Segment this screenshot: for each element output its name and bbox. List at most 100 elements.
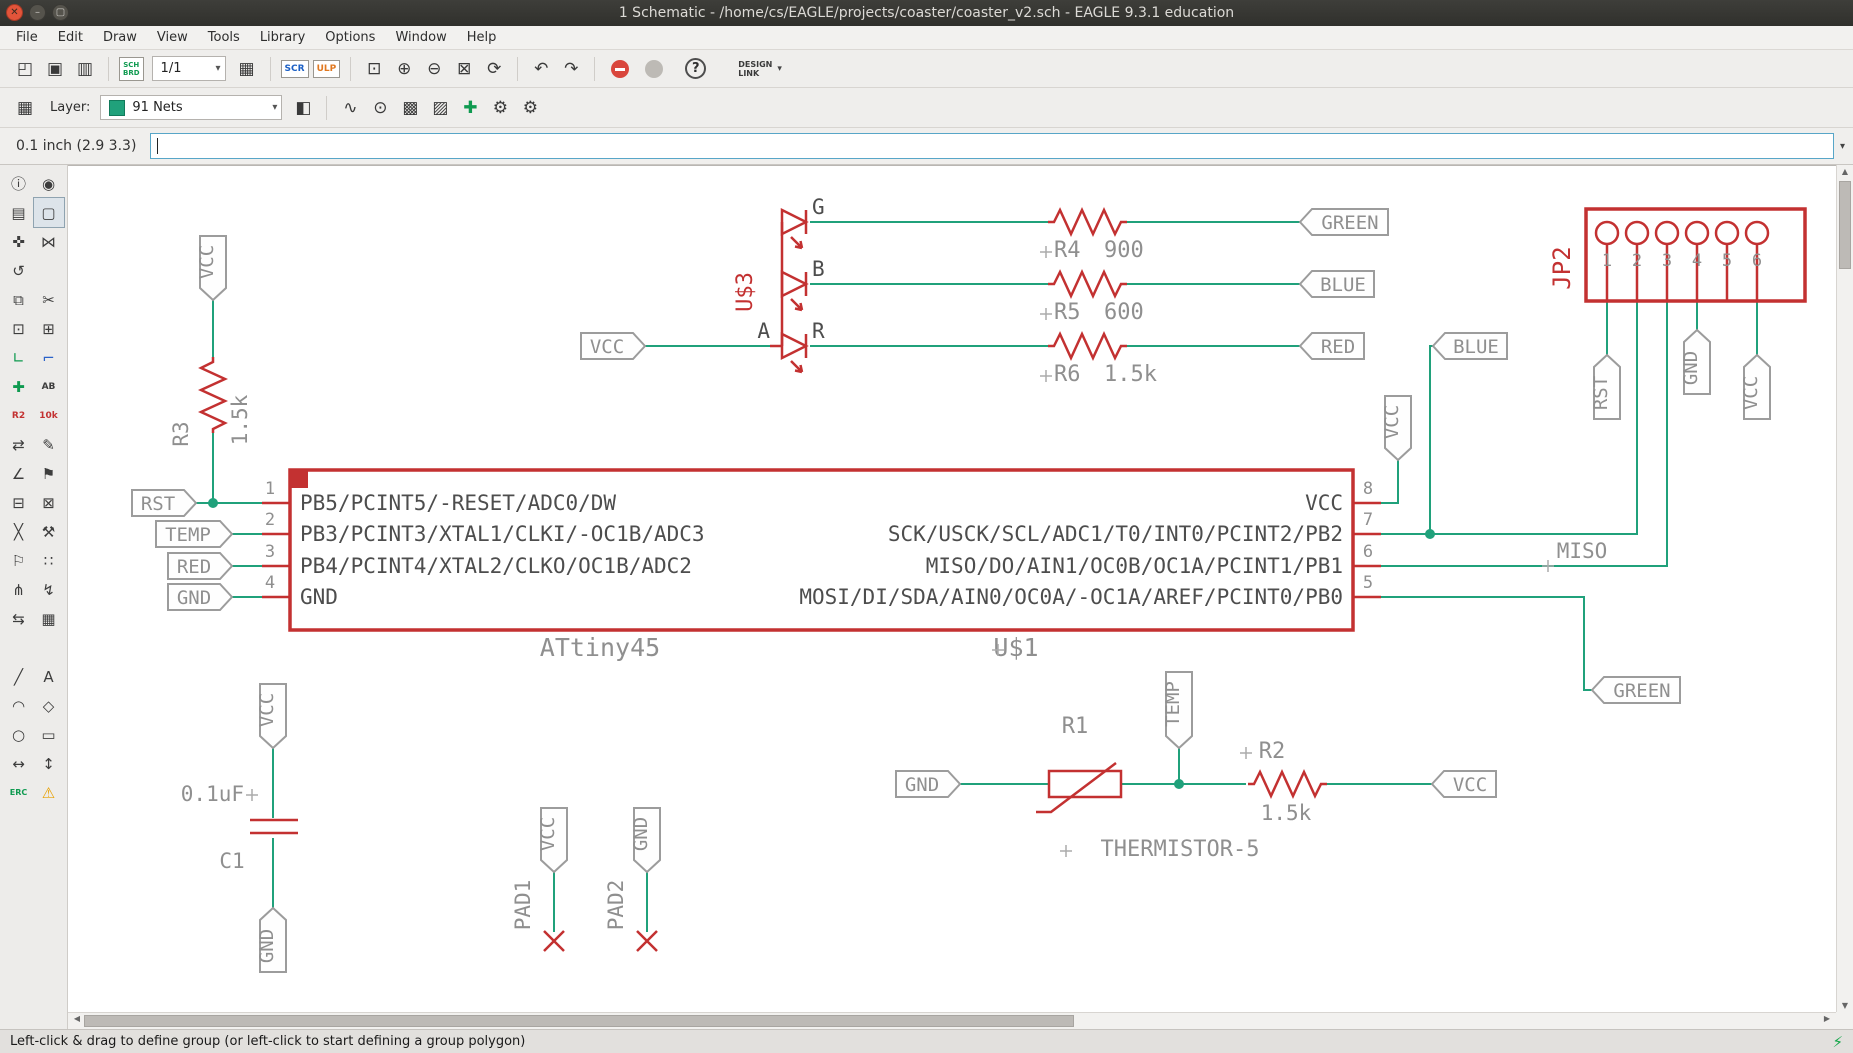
layer-selector[interactable]: 91 Nets ▾	[100, 95, 283, 120]
sidebar-tool[interactable]: AB	[34, 372, 64, 401]
vertical-scrollbar[interactable]: ▲ ▼	[1836, 165, 1853, 1012]
board-swap-button[interactable]: SCH BRD	[119, 56, 144, 81]
design-link-button[interactable]: DESIGN LINK ▾	[738, 60, 782, 78]
scr-button[interactable]: SCR	[280, 59, 309, 78]
sidebar-tool[interactable]: ↔	[4, 749, 34, 778]
sidebar-tool[interactable]: ↕	[34, 749, 64, 778]
sidebar-tool[interactable]: ▢	[32, 197, 65, 228]
menu-item[interactable]: Edit	[48, 28, 93, 47]
add-net-class-button[interactable]: ✚	[455, 94, 485, 122]
layer-settings-button[interactable]: ◧	[288, 94, 318, 122]
minimize-button[interactable]: –	[29, 4, 46, 21]
sidebar-tool[interactable]: A	[34, 662, 64, 691]
horizontal-scrollbar[interactable]: ◀ ▶	[68, 1012, 1836, 1029]
sidebar-tool[interactable]	[4, 633, 34, 662]
sidebar-tool[interactable]	[34, 633, 64, 662]
print-button[interactable]: ▥	[70, 55, 100, 83]
redo-button[interactable]: ↷	[556, 55, 586, 83]
jp2-pin-circle	[1624, 220, 1650, 246]
menu-item[interactable]: File	[6, 28, 48, 47]
sidebar-tool[interactable]	[34, 256, 64, 285]
scroll-down-icon[interactable]: ▼	[1837, 1001, 1853, 1010]
sidebar-tool[interactable]: ∷	[34, 546, 64, 575]
sidebar-tool[interactable]: ✂	[34, 285, 64, 314]
scroll-right-icon[interactable]: ▶	[1819, 1014, 1835, 1023]
sidebar-tool[interactable]: ⓘ	[4, 169, 34, 198]
menu-item[interactable]: View	[147, 28, 198, 47]
sidebar-tool[interactable]: ◠	[4, 691, 34, 720]
command-history-icon[interactable]: ▾	[1840, 141, 1845, 152]
ulp-button[interactable]: ULP	[312, 59, 341, 78]
menu-item[interactable]: Library	[250, 28, 315, 47]
zoom-out-button[interactable]: ⊖	[419, 55, 449, 83]
sidebar-tool[interactable]: ▤	[4, 198, 34, 227]
menu-item[interactable]: Options	[315, 28, 385, 47]
menu-item[interactable]: Window	[385, 28, 456, 47]
sidebar-tool[interactable]: ↯	[34, 575, 64, 604]
menu-item[interactable]: Draw	[93, 28, 147, 47]
sidebar-tool[interactable]: ◉	[34, 169, 64, 198]
sidebar-tool[interactable]: ∟	[4, 343, 34, 372]
maximize-button[interactable]: ▢	[52, 4, 69, 21]
horizontal-scrollbar-thumb[interactable]	[84, 1015, 1075, 1027]
mesh-a-button[interactable]: ▩	[395, 94, 425, 122]
ic-pin-label: GND	[300, 585, 338, 609]
sidebar-tool[interactable]: R2	[4, 401, 34, 430]
sidebar-tool[interactable]: ⊠	[34, 488, 64, 517]
sidebar-tool[interactable]: ✚	[4, 372, 34, 401]
undo-button[interactable]: ↶	[526, 55, 556, 83]
sidebar-tool[interactable]: ▦	[34, 604, 64, 633]
sidebar-tool[interactable]: ⌐	[34, 343, 64, 372]
sheet-table-button[interactable]: ▦	[232, 55, 262, 83]
sidebar-tool[interactable]: ⚠	[34, 778, 64, 807]
sidebar-tool[interactable]: ⋔	[4, 575, 34, 604]
signal-button[interactable]: ∿	[335, 94, 365, 122]
sidebar-tool[interactable]: ⇄	[4, 430, 34, 459]
zoom-in-button[interactable]: ⊕	[389, 55, 419, 83]
new-button[interactable]: ◰	[10, 55, 40, 83]
gnd-flag-label: GND	[905, 774, 939, 796]
sidebar-tool[interactable]: ⊞	[34, 314, 64, 343]
sidebar-tool[interactable]: ∠	[4, 459, 34, 488]
scroll-left-icon[interactable]: ◀	[69, 1014, 85, 1023]
zoom-redraw-button[interactable]: ⟳	[479, 55, 509, 83]
sidebar-tool[interactable]: ERC	[4, 778, 34, 807]
zoom-fit-button[interactable]: ⊡	[359, 55, 389, 83]
sidebar-tool[interactable]: ✜	[4, 227, 34, 256]
r5-name: R5	[1054, 300, 1081, 325]
sidebar-tool[interactable]: ✎	[34, 430, 64, 459]
scroll-up-icon[interactable]: ▲	[1837, 167, 1853, 176]
settings-button[interactable]: ⚙	[485, 94, 515, 122]
preferences-button[interactable]: ⚙	[515, 94, 545, 122]
sidebar-tool[interactable]: ○	[4, 720, 34, 749]
help-button[interactable]: ?	[685, 58, 707, 79]
vertical-scrollbar-thumb[interactable]	[1839, 181, 1851, 269]
sidebar-tool[interactable]: ▭	[34, 720, 64, 749]
sidebar-tool[interactable]: ╱	[4, 662, 34, 691]
stop-button[interactable]	[611, 59, 630, 78]
sidebar-tool[interactable]: 10k	[34, 401, 64, 430]
sidebar-tool[interactable]: ↺	[4, 256, 34, 285]
probe-button[interactable]: ⊙	[365, 94, 395, 122]
save-button[interactable]: ▣	[40, 55, 70, 83]
sidebar-tool[interactable]: ╳	[4, 517, 34, 546]
command-input[interactable]	[150, 133, 1834, 159]
sidebar-tool[interactable]: ⋈	[34, 227, 64, 256]
sidebar-tool[interactable]: ⚑	[34, 459, 64, 488]
sheet-selector[interactable]: 1/1 ▾	[151, 56, 226, 81]
schematic-canvas[interactable]: G B A R U$3 PB5/PCINT5/-RESET/ADC0/DW PB…	[68, 166, 1836, 1012]
zoom-select-button[interactable]: ⊠	[449, 55, 479, 83]
menu-item[interactable]: Tools	[198, 28, 250, 47]
sidebar-tool[interactable]: ◇	[34, 691, 64, 720]
mesh-b-button[interactable]: ▨	[425, 94, 455, 122]
close-button[interactable]: ✕	[6, 4, 23, 21]
sidebar-tool[interactable]: ⧉	[4, 285, 34, 314]
grid-button[interactable]: ▦	[10, 94, 40, 122]
sidebar-tool[interactable]: ⊟	[4, 488, 34, 517]
sidebar-tool[interactable]: ⇆	[4, 604, 34, 633]
bolt-icon: ⚡	[1832, 1032, 1843, 1051]
menu-item[interactable]: Help	[457, 28, 507, 47]
sidebar-tool[interactable]: ⚒	[34, 517, 64, 546]
sidebar-tool[interactable]: ⚐	[4, 546, 34, 575]
sidebar-tool[interactable]: ⊡	[4, 314, 34, 343]
